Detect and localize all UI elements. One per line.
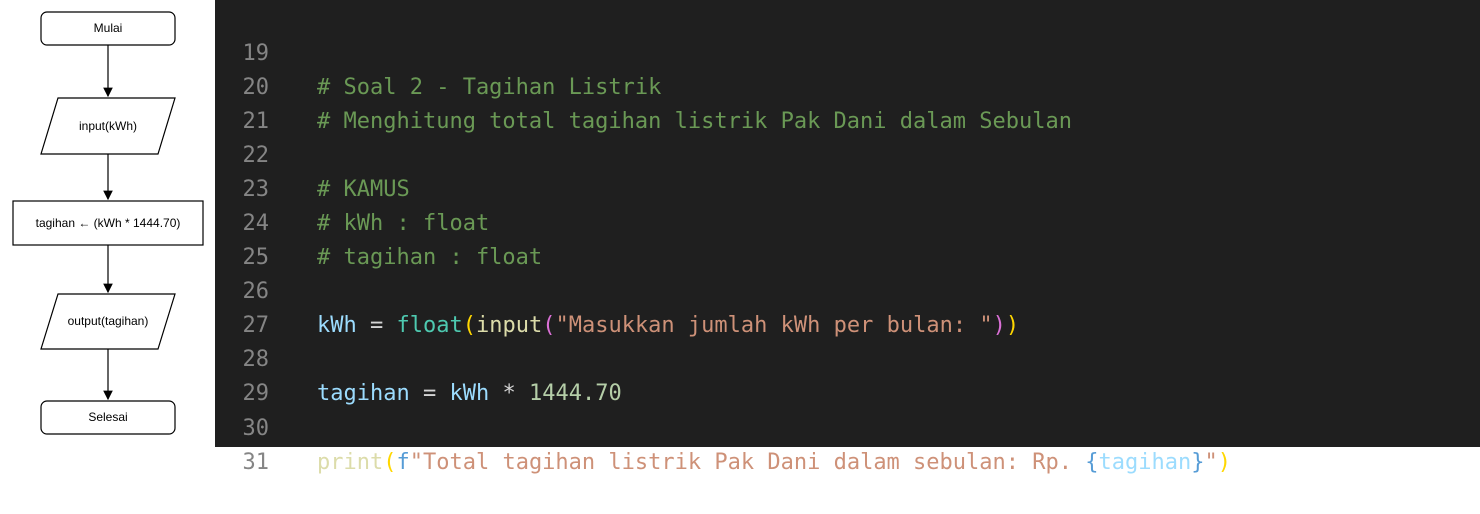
code-paren: ) bbox=[1217, 450, 1231, 475]
code-line-31[interactable]: 31 bbox=[215, 412, 1480, 475]
code-function: print bbox=[317, 450, 384, 475]
code-line-22[interactable]: 22 # KAMUS bbox=[215, 105, 1480, 202]
code-string: "Total tagihan listrik Pak Dani dalam se… bbox=[409, 450, 1086, 475]
code-line-21[interactable]: 21 bbox=[215, 71, 1480, 134]
line-number: 31 bbox=[242, 450, 270, 475]
flow-output-label: output(tagihan) bbox=[68, 314, 149, 328]
code-fstring-prefix: f bbox=[396, 450, 410, 475]
flow-input-label: input(kWh) bbox=[79, 119, 137, 133]
code-string: " bbox=[1204, 450, 1218, 475]
flow-process-label: tagihan ← (kWh * 1444.70) bbox=[36, 216, 181, 230]
code-line-26[interactable]: 26 kWh = float(input("Masukkan jumlah kW… bbox=[215, 241, 1480, 338]
code-line-25[interactable]: 25 bbox=[215, 207, 1480, 270]
code-editor[interactable]: 19 # Soal 2 - Tagihan Listrik 20 # Mengh… bbox=[215, 0, 1480, 475]
flowchart-diagram: Mulai input(kWh) tagihan ← (kWh * 1444.7… bbox=[12, 11, 204, 435]
code-brace: } bbox=[1191, 450, 1205, 475]
code-line-23[interactable]: 23 # kWh : float bbox=[215, 139, 1480, 236]
code-line-19[interactable]: 19 # Soal 2 - Tagihan Listrik bbox=[215, 3, 1480, 100]
flowchart-panel: Mulai input(kWh) tagihan ← (kWh * 1444.7… bbox=[0, 0, 215, 447]
flow-start-label: Mulai bbox=[94, 21, 123, 35]
code-brace: { bbox=[1085, 450, 1099, 475]
code-line-28[interactable]: 28 tagihan = kWh * 1444.70 bbox=[215, 309, 1480, 406]
flow-end-label: Selesai bbox=[88, 410, 127, 424]
code-line-24[interactable]: 24 # tagihan : float bbox=[215, 173, 1480, 270]
code-line-20[interactable]: 20 # Menghitung total tagihan listrik Pa… bbox=[215, 37, 1480, 134]
code-line-27[interactable]: 27 bbox=[215, 275, 1480, 338]
code-line-29[interactable]: 29 bbox=[215, 343, 1480, 406]
code-line-30[interactable]: 30 print(f"Total tagihan listrik Pak Dan… bbox=[215, 378, 1480, 475]
code-paren: ( bbox=[383, 450, 397, 475]
code-variable: tagihan bbox=[1098, 450, 1192, 475]
screen: Mulai input(kWh) tagihan ← (kWh * 1444.7… bbox=[0, 0, 1480, 475]
